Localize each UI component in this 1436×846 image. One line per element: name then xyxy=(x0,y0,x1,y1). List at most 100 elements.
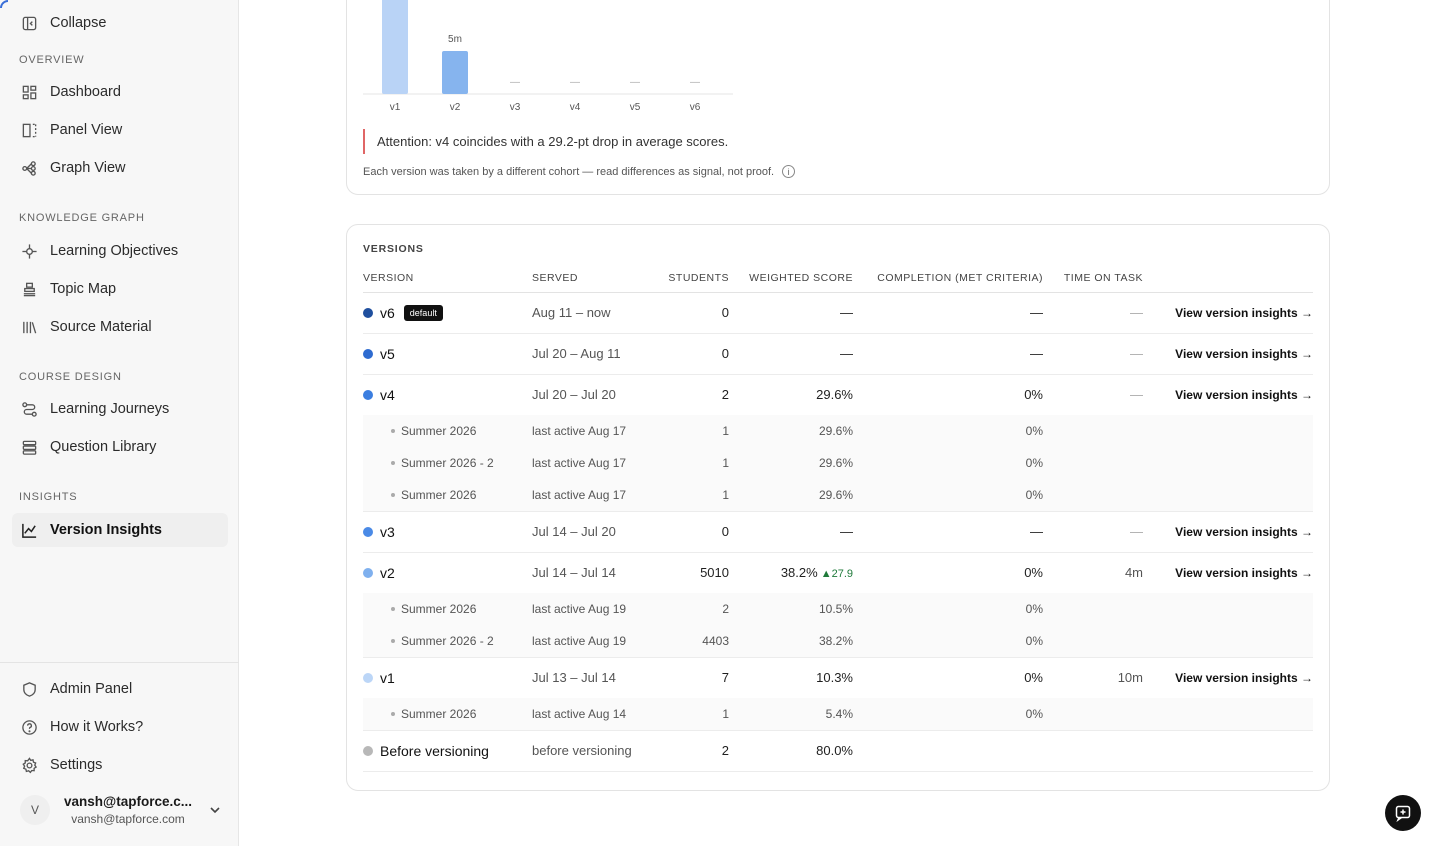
table-row: v5 Jul 20 – Aug 11 0— — — View version insigh… xyxy=(363,333,1313,375)
cohort-students-cell: 4403 xyxy=(652,625,729,658)
completion-cell: 0% xyxy=(1024,387,1043,403)
sidebar-item-label: Learning Journeys xyxy=(50,401,170,417)
students-cell: 2 xyxy=(652,730,729,772)
attention-text: Attention: v4 coincides with a 29.2-pt d… xyxy=(377,134,729,149)
versions-table: VERSION SERVED STUDENTS WEIGHTED SCORE C… xyxy=(363,265,1313,772)
cohort-score-cell: 29.6% xyxy=(729,447,853,479)
col-weighted-score[interactable]: WEIGHTED SCORE xyxy=(729,265,853,293)
sidebar-item-topic-map[interactable]: Topic Map xyxy=(12,272,228,306)
view-version-insights-link[interactable]: View version insights → xyxy=(1143,511,1313,553)
completion-cell: 0% xyxy=(1024,565,1043,581)
students-cell: 0 xyxy=(652,511,729,553)
completion-cell: 0% xyxy=(1024,670,1043,686)
cohort-name: Summer 2026 xyxy=(401,424,477,438)
sidebar-item-dashboard[interactable]: Dashboard xyxy=(12,75,228,109)
cohort-name-cell: Summer 2026 - 2 xyxy=(363,625,532,658)
panel-icon xyxy=(20,121,38,139)
time-on-task-cell: — xyxy=(1043,333,1143,375)
empty-cell xyxy=(1043,447,1143,479)
version-name: v5 xyxy=(363,346,532,362)
chart-bar[interactable] xyxy=(442,51,468,94)
section-insights: INSIGHTS xyxy=(19,491,78,503)
version-name: v4 xyxy=(363,387,532,403)
table-row: v2 Jul 14 – Jul 14 5010 38.2% ▲27.9 0% 4m View … xyxy=(363,552,1313,593)
chart-tick-label: v1 xyxy=(390,102,401,113)
cohort-students-cell: 2 xyxy=(652,593,729,625)
library-icon xyxy=(20,318,38,336)
sidebar-item-settings[interactable]: Settings xyxy=(12,748,228,782)
cohort-students-cell: 1 xyxy=(652,698,729,731)
weighted-score-cell: — xyxy=(729,333,853,375)
cohort-score-cell: 10.5% xyxy=(729,593,853,625)
cohort-row: Summer 2026 last active Aug 19 2 10.5% 0% xyxy=(363,593,1313,625)
served-cell: Jul 20 – Jul 20 xyxy=(532,387,616,403)
sidebar-item-label: Admin Panel xyxy=(50,681,133,697)
served-cell: before versioning xyxy=(532,730,652,772)
cohort-served-cell: last active Aug 17 xyxy=(532,479,652,512)
gear-icon xyxy=(20,756,38,774)
version-cell: v1 xyxy=(363,657,532,698)
sidebar-item-learning-objectives[interactable]: Learning Objectives xyxy=(12,234,228,268)
version-dot xyxy=(363,672,373,683)
chart-bar[interactable] xyxy=(382,0,408,94)
cohort-score-cell: 29.6% xyxy=(729,479,853,512)
students-cell: 5010 xyxy=(700,565,729,581)
cohort-name: Summer 2026 - 2 xyxy=(401,633,494,648)
col-completion[interactable]: COMPLETION (MET CRITERIA) xyxy=(853,265,1043,293)
version-dot xyxy=(363,526,373,537)
cohort-note-text: Each version was taken by a different co… xyxy=(363,165,775,178)
sidebar: Collapse OVERVIEW Dashboard Panel View G… xyxy=(0,0,239,846)
collapse-button[interactable]: Collapse xyxy=(12,6,228,40)
sidebar-item-label: Dashboard xyxy=(50,84,121,100)
user-email: vansh@tapforce.com xyxy=(71,812,185,826)
view-version-insights-link[interactable]: View version insights → xyxy=(1143,333,1313,375)
empty-cell xyxy=(1143,593,1313,625)
completion-cell: — xyxy=(853,292,1043,334)
cohort-served-cell: last active Aug 19 xyxy=(532,625,652,658)
version-label: Before versioning xyxy=(380,742,489,759)
feedback-button[interactable] xyxy=(1385,795,1421,831)
col-students[interactable]: STUDENTS xyxy=(652,265,729,293)
chevron-down-icon[interactable] xyxy=(208,803,222,817)
section-knowledge-graph: KNOWLEDGE GRAPH xyxy=(19,212,145,224)
section-course-design: COURSE DESIGN xyxy=(19,371,122,383)
cohort-students-cell: 1 xyxy=(652,415,729,447)
version-cell: v5 xyxy=(363,333,532,375)
attention-callout: Attention: v4 coincides with a 29.2-pt d… xyxy=(363,129,728,154)
table-row: v3 Jul 14 – Jul 20 0— — — View version insigh… xyxy=(363,511,1313,553)
cohort-row: Summer 2026 last active Aug 17 1 29.6% 0% xyxy=(363,479,1313,512)
view-version-insights-link[interactable]: View version insights → xyxy=(1143,657,1313,698)
info-icon[interactable]: i xyxy=(782,165,796,178)
table-header-row: VERSION SERVED STUDENTS WEIGHTED SCORE C… xyxy=(363,265,1313,293)
user-menu[interactable]: V vansh@tapforce.c... vansh@tapforce.com xyxy=(20,790,226,830)
students-cell: 7 xyxy=(721,670,729,686)
col-actions xyxy=(1143,265,1313,293)
cohort-score-cell: 29.6% xyxy=(729,415,853,447)
version-cell: v6 default xyxy=(363,292,532,334)
col-served[interactable]: SERVED xyxy=(532,265,652,293)
sidebar-item-question-library[interactable]: Question Library xyxy=(12,430,228,464)
view-version-insights-link[interactable]: View version insights → xyxy=(1143,552,1313,593)
version-label: v3 xyxy=(380,523,395,540)
user-name: vansh@tapforce.c... xyxy=(64,794,192,809)
user-info: vansh@tapforce.c... vansh@tapforce.com xyxy=(60,794,196,826)
cohort-name-cell: Summer 2026 xyxy=(363,415,532,447)
version-label: v1 xyxy=(380,669,395,686)
version-cell: v4 xyxy=(363,374,532,415)
col-time-on-task[interactable]: TIME ON TASK xyxy=(1043,265,1143,293)
sidebar-item-source-material[interactable]: Source Material xyxy=(12,310,228,344)
sidebar-item-panel-view[interactable]: Panel View xyxy=(12,113,228,147)
served-cell: Jul 14 – Jul 20 xyxy=(532,511,652,553)
col-version[interactable]: VERSION xyxy=(363,265,532,293)
sidebar-item-graph-view[interactable]: Graph View xyxy=(12,151,228,185)
view-version-insights-link[interactable]: View version insights → xyxy=(1143,374,1313,415)
cohort-completion-cell: 0% xyxy=(853,698,1043,731)
students-cell: 0 xyxy=(652,292,729,334)
sidebar-item-learning-journeys[interactable]: Learning Journeys xyxy=(12,392,228,426)
view-version-insights-link[interactable]: View version insights → xyxy=(1143,292,1313,334)
sidebar-item-admin-panel[interactable]: Admin Panel xyxy=(12,672,228,706)
sidebar-item-how-it-works[interactable]: How it Works? xyxy=(12,710,228,744)
sidebar-item-version-insights[interactable]: Version Insights xyxy=(12,513,228,547)
cohort-name-cell: Summer 2026 xyxy=(363,479,532,512)
students-cell: 2 xyxy=(721,387,729,403)
